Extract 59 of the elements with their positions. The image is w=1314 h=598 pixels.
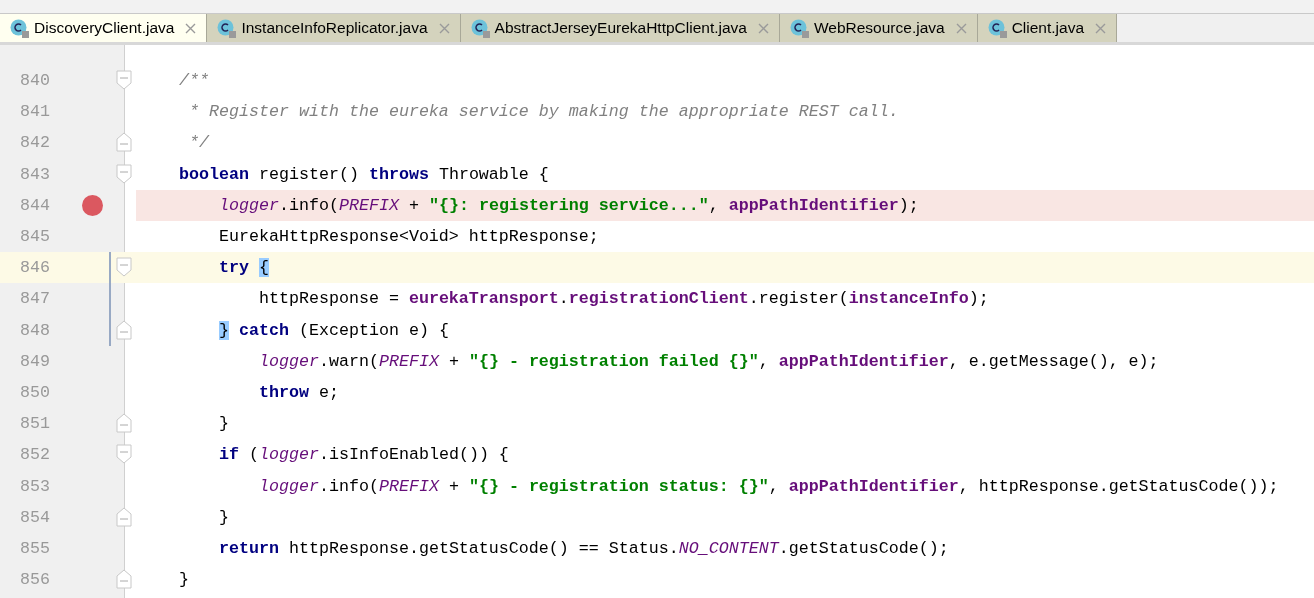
line-number: 845	[20, 227, 50, 247]
fold-marker-icon[interactable]	[116, 132, 133, 154]
class-file-icon	[987, 18, 1007, 38]
code-line: } catch (Exception e) {	[217, 320, 449, 340]
close-icon[interactable]	[438, 22, 450, 34]
line-number: 849	[20, 351, 50, 371]
code-line: httpResponse = eurekaTransport.registrationClient.register(instanceInfo);	[257, 289, 989, 309]
line-number: 854	[20, 507, 50, 527]
code-line: * Register with the eureka service by making the appropriate REST call.	[188, 102, 899, 122]
breakpoint-icon[interactable]	[82, 194, 103, 216]
code-line: try {	[217, 258, 269, 278]
code-line: logger.info(PREFIX + "{}: registering service...", appPathIdentifier);	[217, 195, 919, 215]
fold-marker-icon[interactable]	[116, 70, 133, 92]
line-number: 848	[20, 320, 50, 340]
line-number: 843	[20, 164, 50, 184]
code-line: if (logger.isInfoEnabled()) {	[217, 445, 509, 465]
class-file-icon	[789, 18, 809, 38]
code-line: logger.info(PREFIX + "{} - registration status: {}", appPathIdentifier, httpResponse.getStatusCode());	[257, 476, 1279, 496]
class-file-icon	[470, 18, 490, 38]
line-number: 852	[20, 445, 50, 465]
line-number: 850	[20, 382, 50, 402]
fold-marker-icon[interactable]	[116, 319, 133, 341]
code-line: }	[217, 507, 229, 527]
close-icon[interactable]	[185, 22, 197, 34]
fold-marker-icon[interactable]	[116, 444, 133, 466]
editor-tab[interactable]: DiscoveryClient.java	[0, 14, 208, 42]
code-line: */	[188, 133, 209, 153]
code-line: /**	[178, 71, 209, 91]
code-line: return httpResponse.getStatusCode() == Status.NO_CONTENT.getStatusCode();	[217, 538, 949, 558]
fold-marker-icon[interactable]	[116, 257, 133, 279]
code-line: EurekaHttpResponse<Void> httpResponse;	[217, 227, 599, 247]
line-number: 847	[20, 289, 50, 309]
line-number: 851	[20, 414, 50, 434]
editor-tab[interactable]: Client.java	[977, 14, 1117, 42]
code-line: logger.warn(PREFIX + "{} - registration failed {}", appPathIdentifier, e.getMessage(), e);	[257, 351, 1159, 371]
fold-marker-icon[interactable]	[116, 413, 133, 435]
code-line: boolean register() throws Throwable {	[178, 164, 549, 184]
fold-marker-icon[interactable]	[116, 163, 133, 185]
line-number: 840	[20, 71, 50, 91]
code-line: }	[178, 570, 189, 590]
line-number: 844	[20, 195, 50, 215]
editor-tab[interactable]: WebResource.java	[779, 14, 978, 42]
fold-marker-icon[interactable]	[116, 569, 133, 591]
editor-tab[interactable]: AbstractJerseyEurekaHttpClient.java	[460, 14, 780, 42]
editor-tab[interactable]: InstanceInfoReplicator.java	[207, 14, 461, 42]
line-number: 855	[20, 538, 50, 558]
code-line: throw e;	[257, 382, 339, 402]
close-icon[interactable]	[757, 22, 769, 34]
close-icon[interactable]	[1095, 22, 1106, 34]
line-number: 856	[20, 570, 50, 590]
line-number: 841	[20, 102, 50, 122]
class-file-icon	[10, 18, 29, 38]
line-number: 846	[20, 258, 50, 278]
code-line: }	[217, 414, 229, 434]
fold-marker-icon[interactable]	[116, 506, 133, 528]
close-icon[interactable]	[955, 22, 967, 34]
line-number: 853	[20, 476, 50, 496]
class-file-icon	[217, 18, 237, 38]
line-number: 842	[20, 133, 50, 153]
